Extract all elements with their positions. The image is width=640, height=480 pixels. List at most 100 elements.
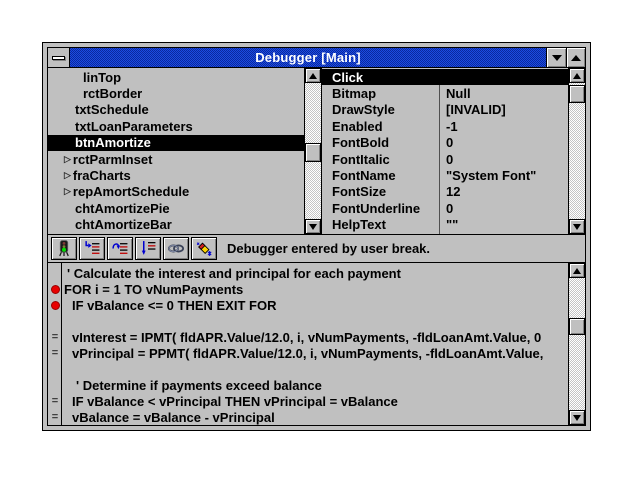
gutter-cell[interactable]	[48, 265, 62, 281]
gutter-cell[interactable]: =	[48, 393, 62, 409]
property-row[interactable]: FontItalic 0	[322, 151, 568, 167]
arrow-down-icon	[573, 415, 581, 421]
expand-triangle-icon[interactable]: ▷	[64, 171, 71, 180]
scroll-down-button[interactable]	[569, 219, 585, 234]
eraser-icon	[195, 240, 213, 257]
property-row[interactable]: Enabled -1	[322, 118, 568, 134]
code-text[interactable]: IF vBalance < vPrincipal THEN vPrincipal…	[62, 394, 398, 409]
statement-marker-icon: =	[52, 332, 58, 343]
property-row[interactable]: FontUnderline 0	[322, 200, 568, 216]
scroll-up-button[interactable]	[569, 263, 585, 278]
property-row[interactable]: FontSize 12	[322, 184, 568, 200]
property-row[interactable]: Bitmap Null	[322, 85, 568, 101]
property-row[interactable]: FontName "System Font"	[322, 167, 568, 183]
property-pane: Click Bitmap Null DrawStyle [INVALID] En…	[322, 68, 585, 234]
system-menu-button[interactable]	[48, 48, 70, 67]
property-row-selected[interactable]: Click	[322, 69, 568, 85]
status-message: Debugger entered by user break.	[227, 241, 430, 256]
code-text[interactable]: ' Determine if payments exceed balance	[62, 378, 322, 393]
property-name: FontBold	[322, 135, 439, 150]
tree-item[interactable]: chtAmortizeBar	[48, 217, 304, 233]
code-line[interactable]	[48, 361, 568, 377]
tree-item[interactable]: ▷repAmortSchedule	[48, 184, 304, 200]
gutter-cell[interactable]	[48, 313, 62, 329]
scroll-track[interactable]	[569, 83, 585, 219]
gutter-cell[interactable]: =	[48, 345, 62, 361]
debugger-window: Debugger [Main] linTop rctBorder txtSche…	[42, 42, 591, 431]
minimize-button[interactable]	[547, 48, 566, 67]
code-line[interactable]	[48, 313, 568, 329]
code-text[interactable]: vBalance = vBalance - vPrincipal	[62, 410, 275, 425]
property-row[interactable]: FontBold 0	[322, 135, 568, 151]
tree-item[interactable]: chtAmortizePie	[48, 200, 304, 216]
property-column-divider	[439, 85, 440, 234]
object-tree-pane: linTop rctBorder txtSchedule txtLoanPara…	[48, 68, 321, 234]
tree-item[interactable]: rctBorder	[48, 85, 304, 101]
scroll-up-button[interactable]	[305, 68, 321, 83]
code-line[interactable]: FOR i = 1 TO vNumPayments	[48, 281, 568, 297]
tree-item[interactable]: ▷rctParmInset	[48, 151, 304, 167]
breakpoint-icon[interactable]	[51, 285, 60, 294]
property-value: "System Font"	[439, 168, 536, 183]
gutter-cell[interactable]: =	[48, 409, 62, 425]
code-line[interactable]: ' Calculate the interest and principal f…	[48, 265, 568, 281]
code-text[interactable]: IF vBalance <= 0 THEN EXIT FOR	[62, 298, 276, 313]
breakpoint-icon[interactable]	[51, 301, 60, 310]
clear-button[interactable]	[191, 237, 217, 260]
property-value: 12	[439, 184, 460, 199]
code-text[interactable]: vInterest = IPMT( fldAPR.Value/12.0, i, …	[62, 330, 541, 345]
gutter-cell[interactable]	[48, 281, 62, 297]
gutter-cell[interactable]: =	[48, 329, 62, 345]
traffic-light-icon	[55, 240, 73, 257]
code-text[interactable]: FOR i = 1 TO vNumPayments	[62, 282, 243, 297]
expand-triangle-icon[interactable]: ▷	[64, 155, 71, 164]
scroll-thumb[interactable]	[569, 318, 585, 335]
code-line[interactable]: = vPrincipal = PPMT( fldAPR.Value/12.0, …	[48, 345, 568, 361]
step-into-button[interactable]	[79, 237, 105, 260]
tree-item-label: fraCharts	[73, 168, 131, 183]
property-name: FontItalic	[322, 152, 439, 167]
step-into-icon	[83, 240, 101, 257]
code-line[interactable]: = IF vBalance < vPrincipal THEN vPrincip…	[48, 393, 568, 409]
scroll-thumb[interactable]	[569, 85, 585, 103]
scroll-down-button[interactable]	[569, 410, 585, 425]
scroll-thumb[interactable]	[305, 143, 321, 162]
tree-item[interactable]: linTop	[48, 69, 304, 85]
scroll-track[interactable]	[569, 278, 585, 410]
step-over-icon	[111, 240, 129, 257]
title-area[interactable]: Debugger [Main]	[70, 48, 546, 67]
call-chain-button[interactable]	[163, 237, 189, 260]
property-row[interactable]: HelpText ""	[322, 217, 568, 233]
scroll-up-button[interactable]	[569, 68, 585, 83]
code-text[interactable]: vPrincipal = PPMT( fldAPR.Value/12.0, i,…	[62, 346, 543, 361]
tree-item-label: repAmortSchedule	[73, 184, 189, 199]
maximize-button[interactable]	[566, 48, 585, 67]
code-scrollbar[interactable]	[568, 263, 585, 425]
scroll-track[interactable]	[305, 83, 321, 219]
tree-item-selected[interactable]: btnAmortize	[48, 135, 304, 151]
step-over-button[interactable]	[107, 237, 133, 260]
code-line[interactable]: ' Determine if payments exceed balance	[48, 377, 568, 393]
tree-item[interactable]: ▷fraCharts	[48, 167, 304, 183]
arrow-up-icon	[309, 73, 317, 79]
code-line[interactable]: IF vBalance <= 0 THEN EXIT FOR	[48, 297, 568, 313]
property-row[interactable]: DrawStyle [INVALID]	[322, 102, 568, 118]
code-line[interactable]: = vInterest = IPMT( fldAPR.Value/12.0, i…	[48, 329, 568, 345]
run-button[interactable]	[51, 237, 77, 260]
expand-triangle-icon[interactable]: ▷	[64, 187, 71, 196]
gutter-cell[interactable]	[48, 377, 62, 393]
property-value: Null	[439, 86, 471, 101]
gutter-cell[interactable]	[48, 297, 62, 313]
property-name: FontSize	[322, 184, 439, 199]
tree-item-label: rctParmInset	[73, 152, 152, 167]
property-name: HelpText	[322, 217, 439, 232]
gutter-cell[interactable]	[48, 361, 62, 377]
property-scrollbar[interactable]	[568, 68, 585, 234]
scroll-down-button[interactable]	[305, 219, 321, 234]
code-line[interactable]: = vBalance = vBalance - vPrincipal	[48, 409, 568, 425]
tree-item[interactable]: txtLoanParameters	[48, 118, 304, 134]
tree-scrollbar[interactable]	[304, 68, 321, 234]
code-text[interactable]: ' Calculate the interest and principal f…	[62, 266, 401, 281]
tree-item[interactable]: txtSchedule	[48, 102, 304, 118]
step-out-button[interactable]	[135, 237, 161, 260]
